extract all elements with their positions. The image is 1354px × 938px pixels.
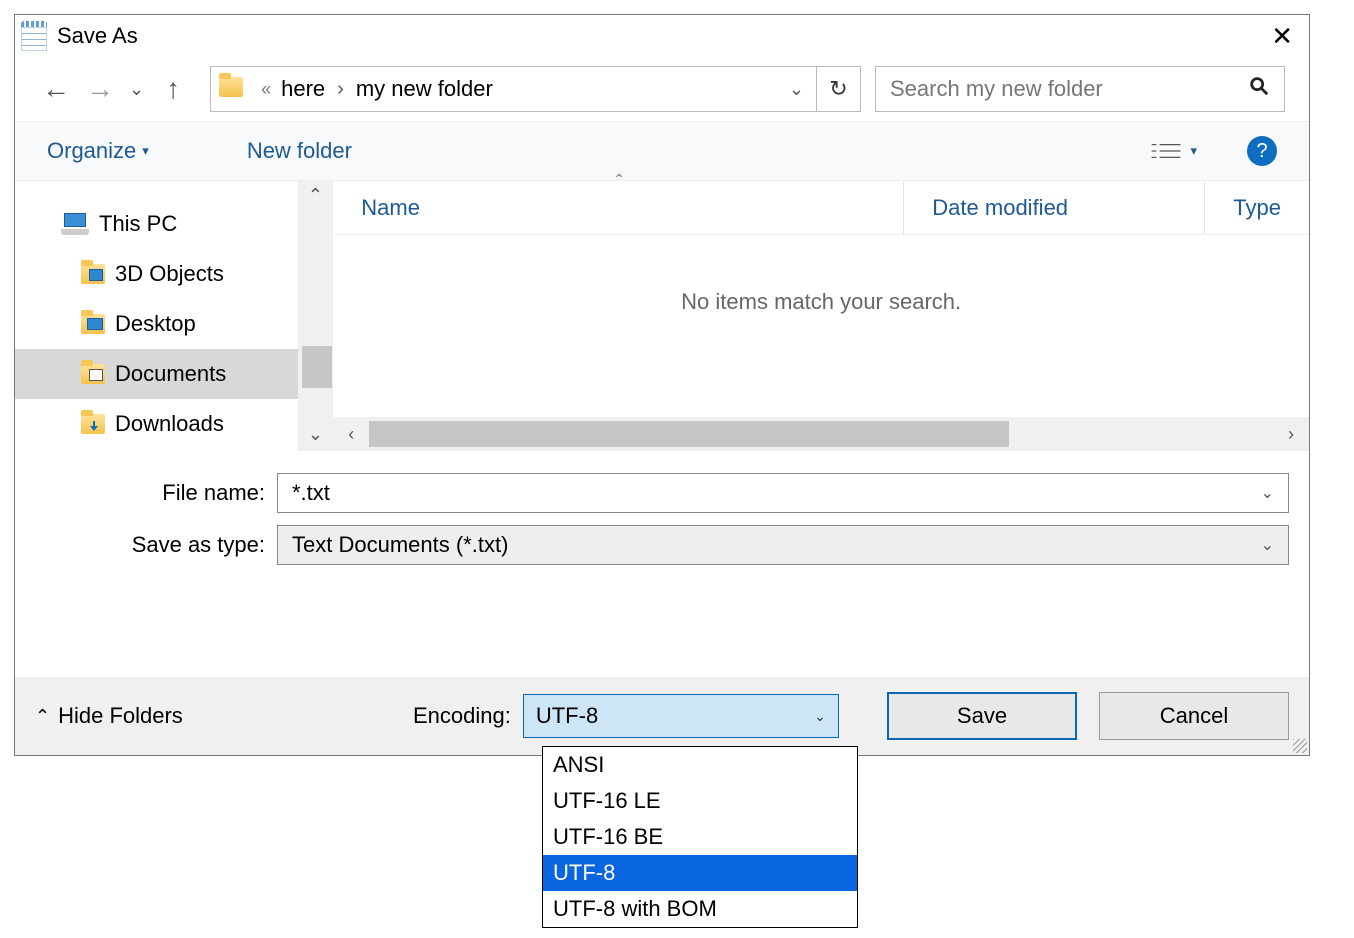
encoding-option[interactable]: UTF-16 LE [543,783,857,819]
breadcrumb-here[interactable]: here [277,76,329,102]
folder-icon [219,77,247,101]
chevron-down-icon[interactable]: ⌄ [1261,483,1274,503]
organize-button[interactable]: Organize ▾ [47,138,149,164]
address-dropdown-button[interactable]: ⌄ [777,79,816,100]
scroll-down-icon[interactable]: ⌄ [298,424,334,445]
forward-button[interactable]: → [83,73,117,105]
file-list-pane: ⌃ Name Date modified Type No items match… [333,181,1309,451]
dialog-title: Save As [57,23,138,49]
close-button[interactable]: ✕ [1271,21,1293,52]
scroll-up-icon[interactable]: ⌃ [298,185,334,206]
search-icon[interactable] [1248,75,1270,103]
horizontal-scrollbar[interactable]: ‹ › [333,417,1309,451]
breadcrumb-mynewfolder[interactable]: my new folder [352,76,497,102]
cancel-button[interactable]: Cancel [1099,692,1289,740]
up-button[interactable]: ↑ [156,73,190,105]
sidebar-item-desktop[interactable]: Desktop [15,299,298,349]
main-area: This PC 3D Objects Desktop Documents [15,181,1309,451]
save-button[interactable]: Save [887,692,1077,740]
encoding-dropdown-list[interactable]: ANSIUTF-16 LEUTF-16 BEUTF-8UTF-8 with BO… [542,746,858,928]
save-fields: File name: *.txt ⌄ Save as type: Text Do… [15,451,1309,569]
recent-locations-button[interactable]: ⌄ [127,79,146,100]
encoding-select[interactable]: UTF-8 ⌄ [523,694,839,738]
help-button[interactable]: ? [1247,136,1277,166]
hide-folders-button[interactable]: ⌃ Hide Folders [35,703,183,729]
search-placeholder: Search my new folder [890,76,1103,102]
sidebar-item-documents[interactable]: Documents [15,349,298,399]
scroll-thumb[interactable] [302,346,332,388]
search-input[interactable]: Search my new folder [875,66,1285,112]
notepad-icon [21,21,49,51]
folder-icon [81,264,105,284]
file-name-input[interactable]: *.txt ⌄ [277,473,1289,513]
folder-icon [81,414,105,434]
toolbar: Organize ▾ New folder ▾ ? [15,121,1309,181]
sidebar-item-downloads[interactable]: Downloads [15,399,298,449]
dialog-footer: ⌃ Hide Folders Encoding: UTF-8 ⌄ Save Ca… [15,677,1309,755]
scroll-thumb[interactable] [369,421,1009,447]
navigation-tree: This PC 3D Objects Desktop Documents [15,181,298,451]
resize-grip-icon[interactable] [1293,739,1307,753]
sort-indicator-icon: ⌃ [613,171,625,188]
empty-results-label: No items match your search. [333,289,1309,315]
address-bar[interactable]: « here › my new folder ⌄ ↻ [210,66,861,112]
encoding-option[interactable]: UTF-16 BE [543,819,857,855]
column-header-type[interactable]: Type [1205,195,1309,221]
scroll-left-icon[interactable]: ‹ [333,424,369,445]
sidebar-item-this-pc[interactable]: This PC [15,199,298,249]
column-headers: ⌃ Name Date modified Type [333,181,1309,235]
back-button[interactable]: ← [39,73,73,105]
this-pc-icon [61,213,89,235]
column-header-date[interactable]: Date modified [904,195,1204,221]
view-options-button[interactable]: ▾ [1150,140,1197,162]
column-header-name[interactable]: Name [333,195,903,221]
encoding-option[interactable]: UTF-8 [543,855,857,891]
sidebar-scrollbar[interactable]: ⌃ ⌄ [298,181,334,451]
encoding-label: Encoding: [413,703,511,729]
file-name-label: File name: [35,480,277,506]
sidebar-item-3d-objects[interactable]: 3D Objects [15,249,298,299]
chevron-down-icon[interactable]: ⌄ [814,708,826,725]
save-as-dialog: Save As ✕ ← → ⌄ ↑ « here › my new folder… [14,14,1310,756]
new-folder-button[interactable]: New folder [247,138,352,164]
encoding-option[interactable]: ANSI [543,747,857,783]
refresh-button[interactable]: ↻ [816,67,860,111]
chevron-down-icon[interactable]: ⌄ [1261,535,1274,555]
chevron-up-icon: ⌃ [35,706,50,727]
title-bar: Save As ✕ [15,15,1309,57]
path-overflow-icon[interactable]: « [255,79,277,100]
scroll-right-icon[interactable]: › [1273,424,1309,445]
save-as-type-label: Save as type: [35,532,277,558]
breadcrumb-separator[interactable]: › [329,78,352,101]
encoding-option[interactable]: UTF-8 with BOM [543,891,857,927]
navigation-row: ← → ⌄ ↑ « here › my new folder ⌄ ↻ Searc… [15,57,1309,121]
folder-icon [81,364,105,384]
folder-icon [81,314,105,334]
save-as-type-select[interactable]: Text Documents (*.txt) ⌄ [277,525,1289,565]
